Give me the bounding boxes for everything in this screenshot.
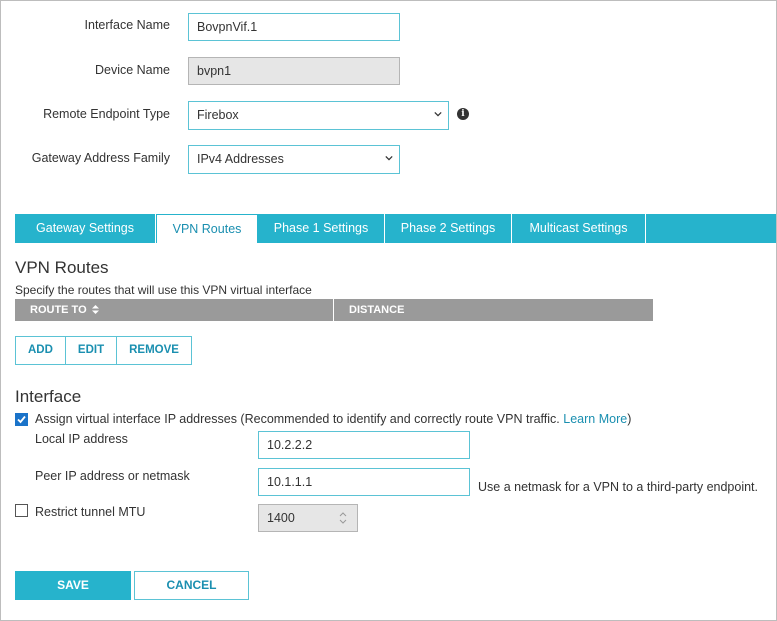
add-button[interactable]: ADD	[16, 337, 66, 364]
route-to-label: ROUTE TO	[30, 304, 87, 316]
assign-ip-suffix: )	[627, 412, 632, 426]
routes-button-group: ADD EDIT REMOVE	[15, 336, 192, 365]
remote-endpoint-type-select[interactable]: Firebox	[188, 101, 449, 130]
chevron-down-icon	[434, 111, 442, 117]
save-button[interactable]: SAVE	[15, 571, 131, 600]
device-name-label: Device Name	[94, 63, 170, 77]
remove-button[interactable]: REMOVE	[117, 337, 191, 364]
chevron-down-icon	[385, 155, 393, 161]
tab-vpn-routes[interactable]: VPN Routes	[156, 214, 258, 243]
tab-gateway-settings[interactable]: Gateway Settings	[15, 214, 156, 243]
edit-button[interactable]: EDIT	[65, 337, 118, 364]
tab-phase1-settings[interactable]: Phase 1 Settings	[258, 214, 385, 243]
column-header-route-to[interactable]: ROUTE TO	[15, 299, 334, 321]
stepper-arrows-icon	[339, 512, 347, 524]
mtu-stepper: 1400	[258, 504, 358, 532]
checkmark-icon	[17, 415, 26, 424]
gateway-address-family-label: Gateway Address Family	[31, 151, 170, 165]
sort-icon	[91, 305, 99, 314]
remote-endpoint-type-value: Firebox	[197, 108, 239, 122]
interface-title: Interface	[15, 387, 82, 406]
vpn-routes-description: Specify the routes that will use this VP…	[15, 283, 312, 297]
interface-name-input[interactable]: BovpnVif.1	[188, 13, 400, 41]
vpn-routes-title: VPN Routes	[15, 258, 109, 277]
mtu-value: 1400	[267, 511, 295, 525]
routes-table-header: ROUTE TO DISTANCE	[15, 299, 653, 321]
local-ip-input[interactable]: 10.2.2.2	[258, 431, 470, 459]
local-ip-label: Local IP address	[35, 432, 128, 446]
tab-multicast-settings[interactable]: Multicast Settings	[512, 214, 646, 243]
interface-name-label: Interface Name	[84, 18, 170, 32]
device-name-input: bvpn1	[188, 57, 400, 85]
info-icon[interactable]: i	[457, 108, 469, 120]
tab-bar: Gateway Settings VPN Routes Phase 1 Sett…	[15, 214, 776, 243]
column-header-distance[interactable]: DISTANCE	[334, 299, 653, 321]
cancel-button[interactable]: CANCEL	[134, 571, 249, 600]
assign-ip-text: Assign virtual interface IP addresses (R…	[35, 412, 560, 426]
restrict-mtu-checkbox[interactable]	[15, 504, 28, 517]
restrict-mtu-label: Restrict tunnel MTU	[35, 505, 146, 519]
remote-endpoint-type-label: Remote Endpoint Type	[43, 107, 170, 121]
assign-ip-checkbox[interactable]	[15, 413, 28, 426]
gateway-address-family-value: IPv4 Addresses	[197, 152, 284, 166]
peer-ip-label: Peer IP address or netmask	[35, 469, 190, 483]
learn-more-link[interactable]: Learn More	[563, 412, 627, 426]
assign-ip-label: Assign virtual interface IP addresses (R…	[35, 412, 631, 426]
tab-phase2-settings[interactable]: Phase 2 Settings	[385, 214, 512, 243]
peer-ip-hint: Use a netmask for a VPN to a third-party…	[478, 480, 758, 494]
gateway-address-family-select[interactable]: IPv4 Addresses	[188, 145, 400, 174]
peer-ip-input[interactable]: 10.1.1.1	[258, 468, 470, 496]
